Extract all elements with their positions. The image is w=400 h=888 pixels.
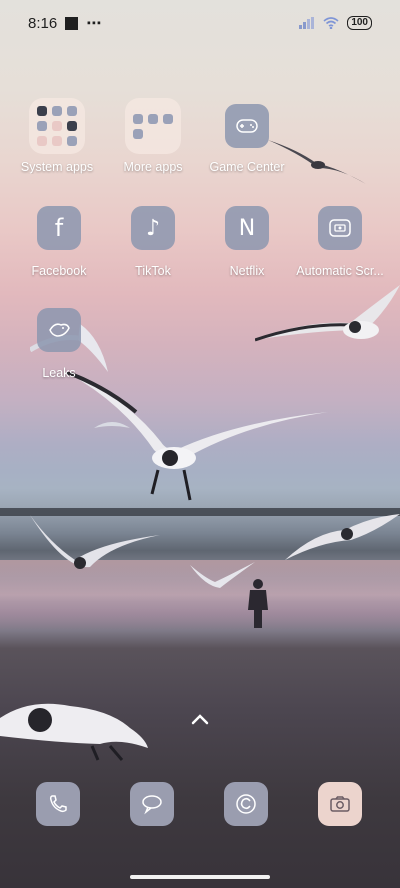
signal-icon bbox=[299, 17, 315, 29]
seagull-image bbox=[0, 703, 148, 761]
browser-icon[interactable] bbox=[224, 782, 268, 826]
seagull-image bbox=[66, 372, 328, 501]
camera-icon[interactable] bbox=[318, 782, 362, 826]
status-bar: 8:16 ⋯ 100 bbox=[0, 0, 400, 46]
message-icon[interactable] bbox=[130, 782, 174, 826]
app-label: Facebook bbox=[31, 264, 87, 278]
app-label: Automatic Scr... bbox=[296, 264, 384, 278]
app-leaks[interactable]: Leaks bbox=[9, 308, 109, 380]
bird-icon bbox=[37, 308, 81, 352]
seagull-image bbox=[255, 285, 400, 342]
app-label: Game Center bbox=[209, 160, 285, 174]
battery-indicator: 100 bbox=[347, 16, 372, 30]
more-notifications-icon: ⋯ bbox=[86, 15, 103, 32]
chevron-up-icon[interactable] bbox=[190, 712, 210, 726]
dock bbox=[0, 780, 400, 830]
notification-icon bbox=[65, 16, 79, 30]
person-silhouette bbox=[248, 579, 268, 628]
app-netflix[interactable]: N Netflix bbox=[197, 206, 297, 278]
app-game-center[interactable]: Game Center bbox=[197, 104, 297, 174]
phone-icon[interactable] bbox=[36, 782, 80, 826]
app-label: TikTok bbox=[135, 264, 171, 278]
app-label: Netflix bbox=[229, 264, 265, 278]
folder-icon bbox=[125, 98, 181, 154]
netflix-icon: N bbox=[225, 206, 269, 250]
seagull-image bbox=[285, 514, 400, 560]
app-label: System apps bbox=[20, 160, 94, 174]
more-apps-folder[interactable]: More apps bbox=[103, 98, 203, 174]
app-label: More apps bbox=[123, 160, 183, 174]
system-apps-folder[interactable]: System apps bbox=[7, 98, 107, 174]
app-automatic-screen-recorder[interactable]: Automatic Scr... bbox=[290, 206, 390, 278]
clock: 8:16 bbox=[28, 14, 58, 32]
app-facebook[interactable]: f Facebook bbox=[9, 206, 109, 278]
folder-icon bbox=[29, 98, 85, 154]
screen-recorder-icon bbox=[318, 206, 362, 250]
app-label: Leaks bbox=[42, 366, 76, 380]
facebook-icon: f bbox=[37, 206, 81, 250]
wifi-icon bbox=[323, 17, 339, 29]
app-tiktok[interactable]: ♪ TikTok bbox=[103, 206, 203, 278]
home-indicator[interactable] bbox=[130, 875, 270, 879]
seagull-image bbox=[94, 422, 130, 428]
tiktok-icon: ♪ bbox=[131, 206, 175, 250]
seagull-image bbox=[30, 515, 160, 569]
gamepad-icon bbox=[225, 104, 269, 148]
